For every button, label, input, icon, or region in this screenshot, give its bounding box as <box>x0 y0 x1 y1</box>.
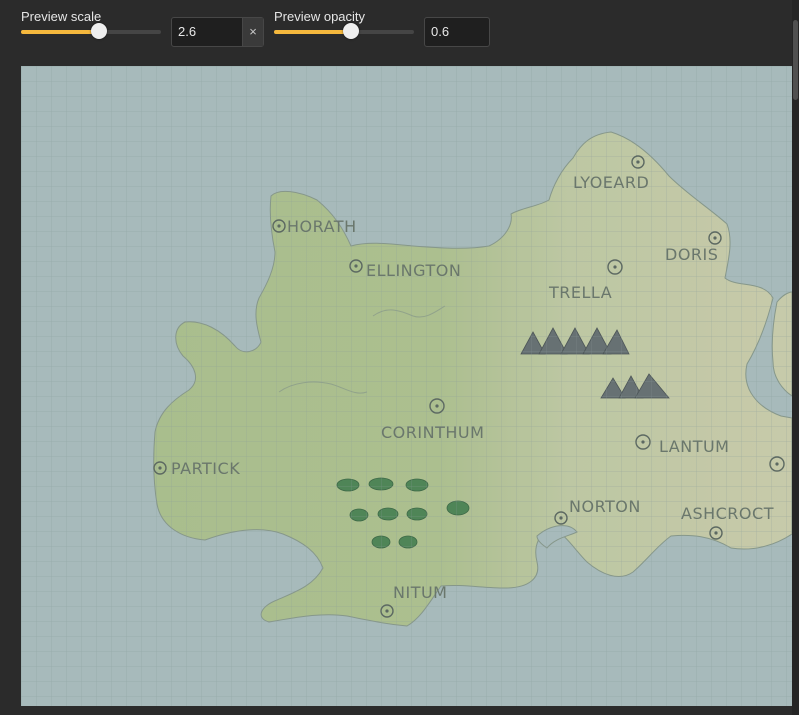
preview-opacity-slider[interactable] <box>274 22 414 42</box>
opacity-wash <box>21 66 792 706</box>
scrollbar-thumb[interactable] <box>793 20 798 100</box>
preview-scale-input[interactable]: 2.6 × <box>171 17 264 47</box>
map-image: HORATH ELLINGTON LYOEARD DORIS TRELLA CO… <box>21 66 792 706</box>
preview-opacity-input[interactable]: 0.6 <box>424 17 490 47</box>
preview-opacity-value: 0.6 <box>431 24 450 39</box>
slider-thumb[interactable] <box>343 23 359 39</box>
slider-fill <box>21 30 100 34</box>
slider-fill <box>274 30 351 34</box>
slider-thumb[interactable] <box>91 23 108 39</box>
scrollbar-track[interactable] <box>792 0 799 715</box>
preview-controls-bar: Preview scale 2.6 × Preview opacity 0.6 <box>0 0 799 60</box>
map-preview: HORATH ELLINGTON LYOEARD DORIS TRELLA CO… <box>21 66 792 706</box>
preview-scale-slider[interactable] <box>21 22 161 42</box>
close-icon[interactable]: × <box>242 18 263 46</box>
preview-scale-value: 2.6 <box>178 24 197 39</box>
